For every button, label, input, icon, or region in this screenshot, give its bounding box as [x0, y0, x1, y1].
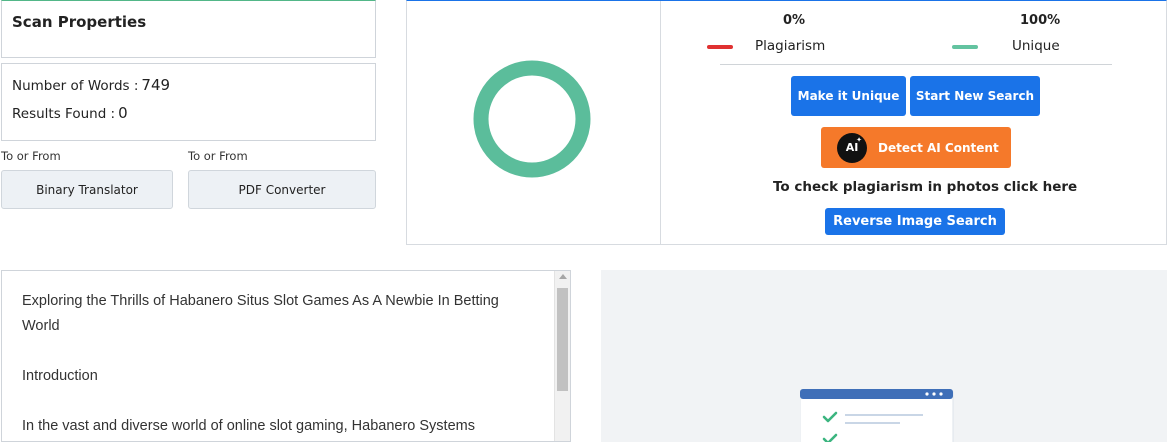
- result-divider: [660, 1, 661, 245]
- unique-percent: 100%: [1020, 13, 1061, 28]
- donut-unique-arc: [473, 60, 591, 178]
- pdf-converter-button[interactable]: PDF Converter: [188, 170, 376, 209]
- sparkle-icon: ✦: [856, 135, 862, 144]
- legend-divider: [720, 64, 1112, 65]
- scrollbar-thumb[interactable]: [557, 288, 568, 391]
- word-count: Number of Words :749: [12, 76, 170, 94]
- scan-stats-card: Number of Words :749 Results Found :0: [1, 63, 376, 141]
- result-panel: 0% 100% Plagiarism Unique Make it Unique…: [406, 0, 1167, 245]
- scroll-up-arrow-icon[interactable]: [559, 274, 567, 279]
- results-found: Results Found :0: [12, 104, 128, 122]
- unique-swatch: [952, 45, 978, 49]
- content-paragraph: In the vast and diverse world of online …: [22, 418, 475, 434]
- plagiarism-percent: 0%: [783, 13, 806, 28]
- content-paragraph: Introduction: [22, 368, 98, 384]
- word-count-label: Number of Words :: [12, 78, 139, 94]
- detect-ai-content-button[interactable]: AI ✦ Detect AI Content: [821, 127, 1011, 168]
- make-it-unique-button[interactable]: Make it Unique: [791, 76, 906, 116]
- checklist-window-icon: [800, 389, 954, 442]
- plagiarism-label: Plagiarism: [755, 38, 826, 54]
- plagiarism-swatch: [707, 45, 733, 49]
- scan-properties-title: Scan Properties: [12, 13, 147, 31]
- content-text: Exploring the Thrills of Habanero Situs …: [22, 289, 537, 441]
- results-found-label: Results Found :: [12, 106, 116, 122]
- textarea-scrollbar[interactable]: [554, 271, 570, 441]
- ai-badge-icon: AI ✦: [837, 132, 867, 163]
- detect-ai-content-label: Detect AI Content: [878, 140, 999, 155]
- scan-properties-card: Scan Properties: [1, 0, 376, 58]
- photo-plagiarism-hint: To check plagiarism in photos click here: [773, 179, 1078, 195]
- tool-label-binary: To or From: [1, 149, 61, 163]
- unique-label: Unique: [1012, 38, 1060, 54]
- content-textarea[interactable]: Exploring the Thrills of Habanero Situs …: [1, 270, 571, 442]
- word-count-value: 749: [141, 76, 171, 94]
- binary-translator-button[interactable]: Binary Translator: [1, 170, 173, 209]
- content-paragraph: Exploring the Thrills of Habanero Situs …: [22, 293, 499, 334]
- tool-label-pdf: To or From: [188, 149, 248, 163]
- illustration-panel: [601, 270, 1167, 442]
- reverse-image-search-button[interactable]: Reverse Image Search: [825, 208, 1005, 235]
- results-found-value: 0: [118, 104, 128, 122]
- start-new-search-button[interactable]: Start New Search: [910, 76, 1040, 116]
- result-donut-chart: [473, 60, 591, 178]
